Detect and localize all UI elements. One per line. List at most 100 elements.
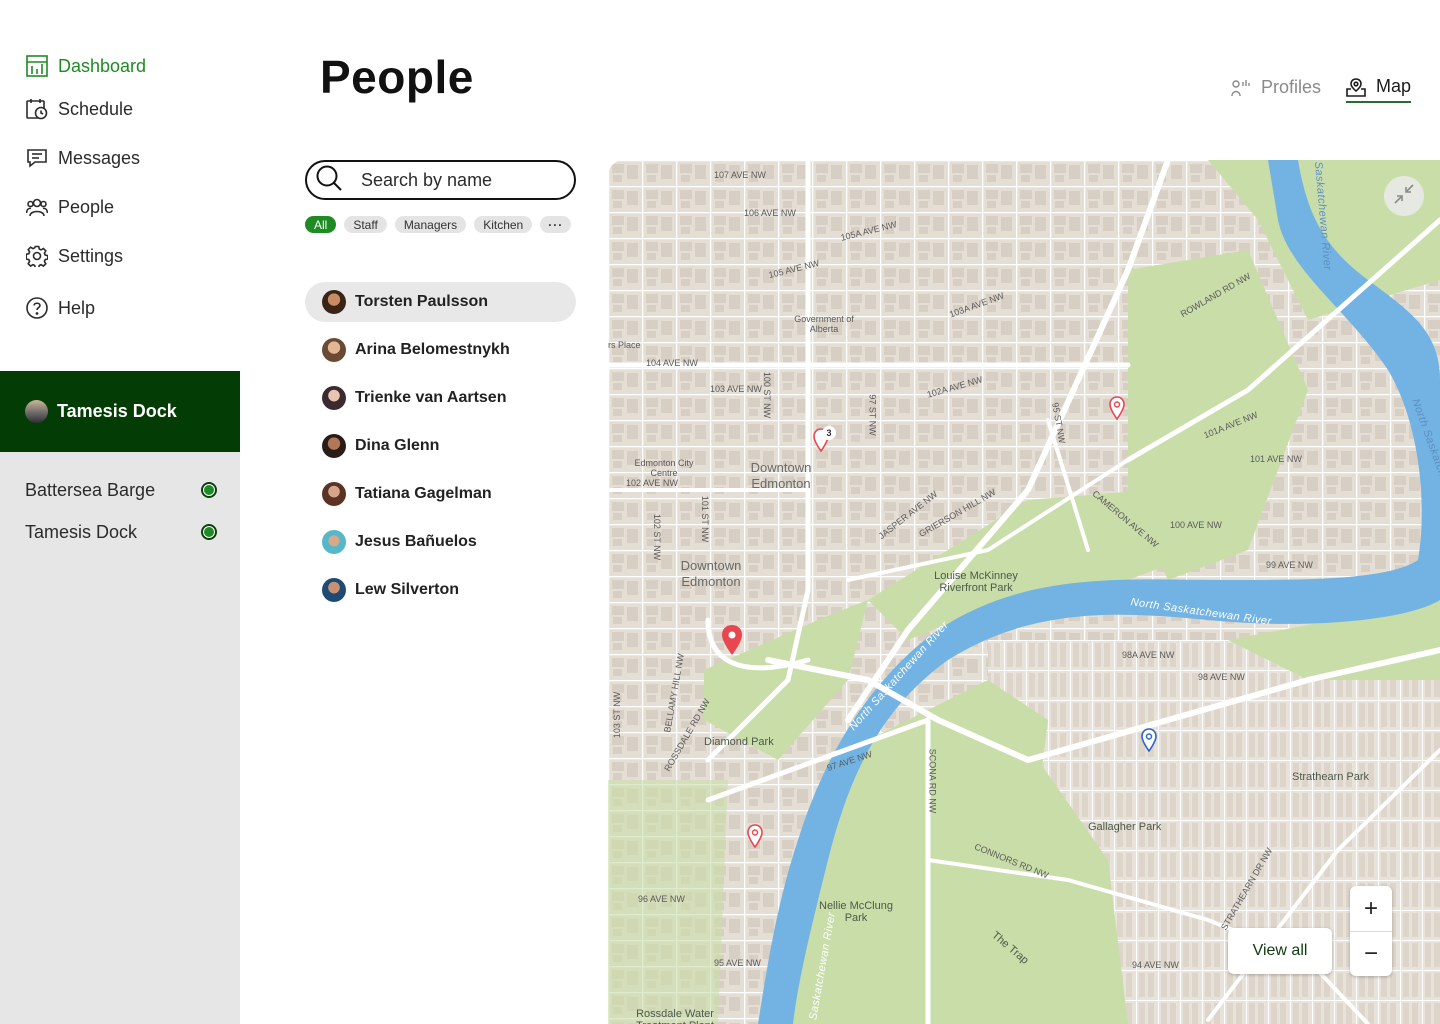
nav-label: People: [58, 196, 115, 217]
avatar: [322, 530, 346, 554]
avatar: [322, 290, 346, 314]
venue-item-tamesis-dock[interactable]: Tamesis Dock: [25, 520, 217, 544]
map-label-place: rs Place: [608, 340, 641, 350]
filter-chips: All Staff Managers Kitchen ···: [305, 216, 572, 233]
map-pin[interactable]: [746, 824, 764, 853]
person-item[interactable]: Dina Glenn: [305, 426, 576, 466]
people-list: Torsten Paulsson Arina Belomestnykh Trie…: [305, 282, 576, 618]
map-label-street: 103 ST NW: [612, 691, 623, 739]
venue-label: Tamesis Dock: [25, 521, 138, 542]
calendar-clock-icon: [25, 97, 49, 121]
tab-label: Profiles: [1260, 77, 1321, 97]
sidebar: Dashboard Schedule Messages People Setti…: [0, 0, 240, 1024]
nav-item-messages[interactable]: Messages: [25, 146, 146, 170]
online-status-icon: [201, 524, 217, 540]
profiles-icon: [1231, 79, 1251, 97]
person-name: Torsten Paulsson: [355, 293, 489, 310]
page-title: People: [320, 51, 474, 103]
map-label-street: 94 AVE NW: [1132, 960, 1179, 970]
map-label-street: 103 AVE NW: [710, 384, 762, 394]
filter-chip-all[interactable]: All: [305, 216, 337, 233]
search-box[interactable]: [305, 160, 576, 200]
map-label-street: 102 ST NW: [652, 513, 663, 561]
collapse-map-button[interactable]: [1384, 176, 1424, 216]
nav-label: Messages: [58, 147, 141, 168]
person-name: Arina Belomestnykh: [355, 341, 510, 358]
map-label-street: 99 AVE NW: [1266, 560, 1313, 570]
venue-item-battersea-barge[interactable]: Battersea Barge: [25, 478, 217, 502]
sidebar-nav-section: Dashboard Schedule Messages People Setti…: [0, 0, 240, 371]
nav-label: Settings: [58, 245, 124, 266]
nav-item-people[interactable]: People: [25, 195, 146, 219]
map-label-street: 106 AVE NW: [744, 208, 796, 218]
map-label-park: Diamond Park: [704, 736, 774, 748]
person-item[interactable]: Torsten Paulsson: [305, 282, 576, 322]
nav-item-settings[interactable]: Settings: [25, 244, 146, 268]
map-label-street: SCONA RD NW: [927, 748, 938, 814]
map-label-gov: Government of Alberta: [794, 314, 854, 334]
more-filters-button[interactable]: ···: [540, 216, 572, 233]
search-input[interactable]: [361, 169, 551, 191]
nav-item-dashboard[interactable]: Dashboard: [25, 54, 146, 78]
map[interactable]: Downtown Edmonton Downtown Edmonton Gove…: [608, 160, 1440, 1024]
map-label-city-centre: Edmonton City Centre: [634, 458, 694, 478]
avatar: [322, 386, 346, 410]
map-label-street: 102 AVE NW: [626, 478, 678, 488]
map-label-street: 101 ST NW: [700, 495, 711, 543]
map-pin-blue[interactable]: [1140, 728, 1158, 757]
person-item[interactable]: Jesus Bañuelos: [305, 522, 576, 562]
map-pin[interactable]: [1108, 396, 1126, 425]
map-label-street: 100 AVE NW: [1170, 520, 1222, 530]
person-name: Tatiana Gagelman: [355, 485, 492, 502]
filter-chip-managers[interactable]: Managers: [394, 216, 467, 233]
nav-label: Schedule: [58, 98, 134, 119]
avatar: [322, 482, 346, 506]
current-venue[interactable]: Tamesis Dock: [0, 371, 240, 452]
help-icon: [25, 296, 49, 320]
search-icon: [315, 164, 343, 197]
person-name: Lew Silverton: [355, 581, 460, 598]
map-label-street: 96 AVE NW: [638, 894, 685, 904]
view-all-button[interactable]: View all: [1228, 928, 1332, 974]
nav-label: Dashboard: [58, 55, 147, 76]
collapse-icon: [1394, 183, 1414, 209]
online-status-icon: [201, 482, 217, 498]
dashboard-icon: [25, 54, 49, 78]
zoom-in-button[interactable]: +: [1350, 886, 1392, 931]
message-icon: [25, 146, 49, 170]
filter-chip-staff[interactable]: Staff: [344, 216, 387, 233]
tab-profiles[interactable]: Profiles: [1231, 77, 1321, 102]
nav-item-schedule[interactable]: Schedule: [25, 97, 146, 121]
zoom-out-button[interactable]: −: [1350, 931, 1392, 976]
person-name: Dina Glenn: [355, 437, 440, 454]
tab-map[interactable]: Map: [1345, 76, 1411, 103]
map-pin-cluster[interactable]: 3: [812, 426, 836, 457]
person-item[interactable]: Lew Silverton: [305, 570, 576, 610]
map-label-street: 107 AVE NW: [714, 170, 766, 180]
zoom-controls: + −: [1350, 886, 1392, 976]
map-label-downtown: Downtown Edmonton: [750, 460, 812, 491]
map-label-street: 100 ST NW: [762, 371, 773, 419]
cluster-count: 3: [822, 426, 836, 440]
person-item[interactable]: Arina Belomestnykh: [305, 330, 576, 370]
venue-list: Battersea Barge Tamesis Dock: [25, 478, 217, 562]
map-label-street: 98A AVE NW: [1122, 650, 1175, 660]
map-pin-selected[interactable]: [720, 624, 744, 661]
map-label-park: Strathearn Park: [1292, 771, 1370, 783]
avatar: [322, 338, 346, 362]
people-icon: [25, 195, 49, 219]
map-label-downtown: Downtown Edmonton: [680, 558, 742, 589]
person-name: Trienke van Aartsen: [355, 389, 507, 406]
venue-avatar: [25, 400, 48, 423]
filter-chip-kitchen[interactable]: Kitchen: [474, 216, 533, 233]
map-label-street: 104 AVE NW: [646, 358, 698, 368]
person-item[interactable]: Tatiana Gagelman: [305, 474, 576, 514]
person-item[interactable]: Trienke van Aartsen: [305, 378, 576, 418]
map-label-street: 97 ST NW: [867, 394, 878, 436]
nav-item-help[interactable]: Help: [25, 296, 146, 320]
tab-label: Map: [1375, 76, 1411, 96]
map-label-street: 98 AVE NW: [1198, 672, 1245, 682]
map-pin-icon: [1346, 77, 1366, 97]
view-tabs: Profiles Map: [1231, 76, 1411, 103]
map-label-street: 101 AVE NW: [1250, 454, 1302, 464]
